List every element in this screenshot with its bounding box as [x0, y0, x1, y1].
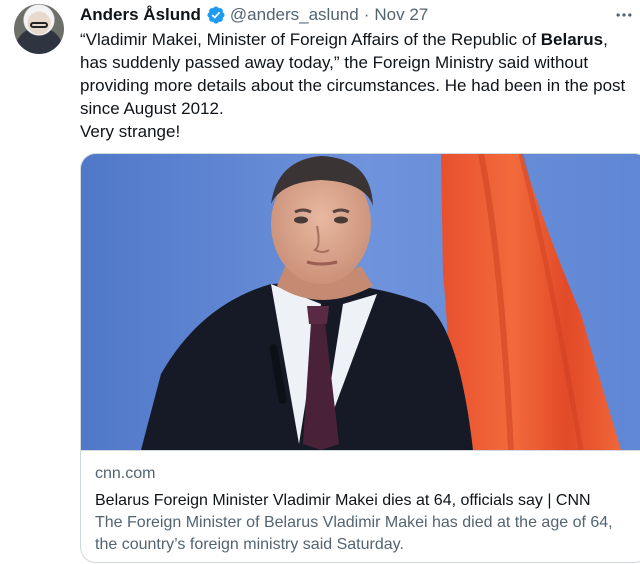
avatar-glasses — [30, 22, 48, 28]
header-separator: · — [363, 5, 370, 24]
card-title: Belarus Foreign Minister Vladimir Makei … — [95, 492, 591, 509]
tweet-quote: “Vladimir Makei, Minister of Foreign Aff… — [80, 28, 636, 120]
card-description: The Foreign Minister of Belarus Vladimir… — [95, 514, 613, 553]
verified-badge-icon — [207, 6, 225, 24]
card-photo — [81, 154, 640, 450]
tweet-quote-start: “Vladimir Makei, Minister of Foreign Aff… — [80, 30, 541, 49]
author-handle[interactable]: @anders_aslund — [230, 5, 359, 25]
tweet-quote-bold: Belarus — [540, 30, 604, 49]
author-avatar[interactable] — [14, 4, 64, 54]
tweet-header: Anders Åslund @anders_aslund · Nov 27 — [80, 4, 428, 26]
tweet-timestamp[interactable]: Nov 27 — [374, 5, 428, 25]
author-name[interactable]: Anders Åslund — [80, 5, 201, 25]
tweet-comment: Very strange! — [80, 122, 181, 141]
card-domain: cnn.com — [95, 465, 156, 482]
link-card[interactable]: cnn.com Belarus Foreign Minister Vladimi… — [80, 153, 640, 563]
card-image[interactable] — [81, 154, 640, 450]
more-options-icon[interactable] — [612, 4, 636, 26]
tweet-text: “Vladimir Makei, Minister of Foreign Aff… — [80, 28, 636, 143]
card-meta[interactable]: cnn.com Belarus Foreign Minister Vladimi… — [81, 450, 640, 562]
